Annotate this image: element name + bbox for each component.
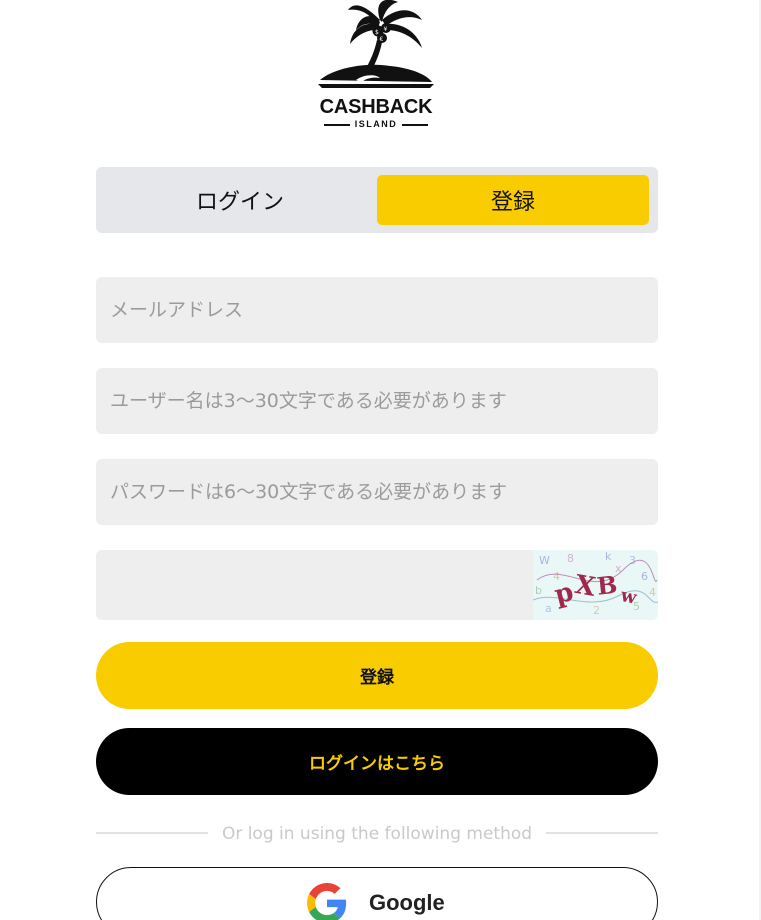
svg-text:W: W — [539, 554, 550, 567]
username-field[interactable] — [96, 368, 658, 434]
login-here-button[interactable]: ログインはこちら — [96, 728, 658, 795]
password-field-wrapper — [96, 459, 658, 525]
svg-text:¥: ¥ — [384, 26, 388, 33]
captcha-noise-icon: W 4 b 8 3 6 4 5 x a 2 k p X B w — [533, 550, 658, 617]
email-field-wrapper — [96, 277, 658, 343]
svg-text:$: $ — [375, 29, 379, 36]
auth-tabs: ログイン 登録 — [96, 167, 658, 233]
svg-text:3: 3 — [629, 554, 636, 567]
svg-text:x: x — [615, 562, 622, 575]
divider-text: Or log in using the following method — [221, 824, 533, 844]
brand-name: CASHBACK — [319, 96, 433, 118]
google-icon — [307, 883, 347, 920]
captcha-image[interactable]: W 4 b 8 3 6 4 5 x a 2 k p X B w — [533, 550, 658, 620]
google-label: Google — [369, 890, 445, 915]
google-login-button[interactable]: Google — [96, 867, 658, 920]
tab-register[interactable]: 登録 — [377, 175, 649, 225]
username-field-wrapper — [96, 368, 658, 434]
register-button[interactable]: 登録 — [96, 642, 658, 709]
logo-rule-right — [402, 124, 428, 126]
email-field[interactable] — [96, 277, 658, 343]
divider-right — [546, 832, 658, 834]
svg-text:X: X — [573, 570, 599, 603]
svg-text:b: b — [535, 584, 542, 597]
svg-text:8: 8 — [567, 552, 574, 565]
captcha-field[interactable] — [96, 550, 532, 620]
register-page: $ ¥ € CASHBACK ISLAND ログイン 登録 メールアドレス ユー… — [0, 0, 761, 920]
brand-logo: $ ¥ € CASHBACK ISLAND — [314, 0, 438, 134]
svg-text:a: a — [545, 602, 552, 615]
tab-login[interactable]: ログイン — [104, 175, 376, 225]
svg-text:4: 4 — [649, 586, 656, 599]
palm-island-icon: $ ¥ € — [318, 0, 434, 88]
captcha-field-wrapper: W 4 b 8 3 6 4 5 x a 2 k p X B w — [96, 550, 658, 620]
svg-text:2: 2 — [593, 604, 600, 617]
divider-left — [96, 832, 208, 834]
password-field[interactable] — [96, 459, 658, 525]
svg-text:B: B — [595, 570, 618, 601]
svg-text:k: k — [605, 550, 612, 563]
svg-text:6: 6 — [641, 570, 648, 583]
